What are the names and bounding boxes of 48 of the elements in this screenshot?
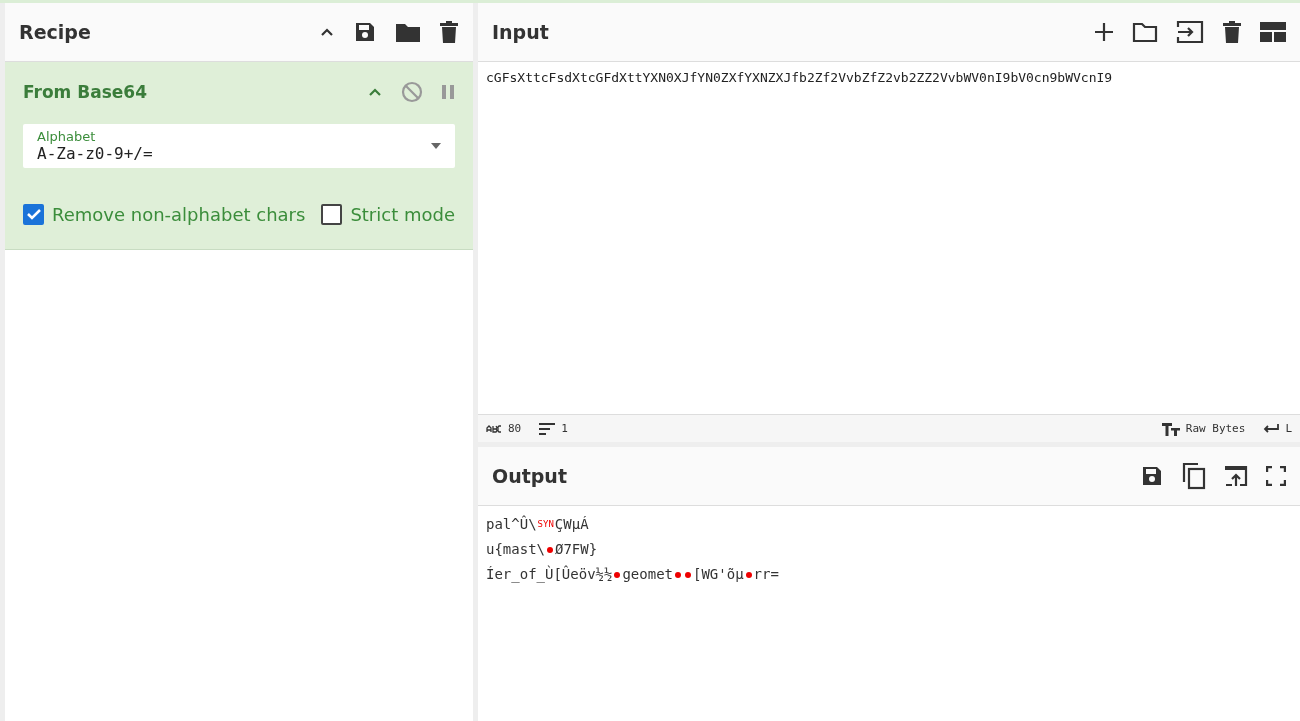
operation-title: From Base64 bbox=[23, 82, 148, 102]
output-text: ÇWµÁ bbox=[554, 515, 589, 534]
add-icon[interactable] bbox=[1094, 22, 1114, 42]
layout-icon[interactable] bbox=[1260, 22, 1286, 42]
control-character-dot bbox=[745, 571, 752, 578]
input-text[interactable]: cGFsXttcFsdXtcGFdXttYXN0XJfYN0ZXfYXNZXJfb2Zf2VvbZfZ2vb2ZZ2VvbWV0nI9bV0cn9bWVcnI9 bbox=[478, 62, 1300, 414]
control-character-dot bbox=[685, 571, 691, 578]
alphabet-dropdown[interactable]: Alphabet A-Za-z0-9+/= bbox=[23, 124, 455, 168]
control-character-dot bbox=[675, 571, 681, 578]
output-text: Íer_of_Ù[Ûeöv½½ bbox=[486, 564, 613, 585]
panel-title: Recipe bbox=[19, 21, 92, 43]
checkmark-icon bbox=[26, 209, 41, 220]
folder-icon[interactable] bbox=[1132, 21, 1158, 43]
input-arrow-icon[interactable] bbox=[1176, 20, 1204, 44]
line-ending-button[interactable]: L bbox=[1285, 422, 1292, 435]
field-label: Alphabet bbox=[37, 129, 97, 144]
line-ending-icon[interactable] bbox=[1263, 423, 1280, 434]
checkbox[interactable] bbox=[23, 204, 44, 225]
text-size-icon[interactable] bbox=[1161, 421, 1180, 436]
checkbox[interactable] bbox=[321, 204, 343, 225]
panel-title: Input bbox=[492, 21, 550, 43]
control-character-dot bbox=[547, 546, 553, 553]
character-count: 80 bbox=[508, 422, 522, 435]
delete-icon[interactable] bbox=[439, 20, 459, 44]
checkbox-label: Remove non-alphabet chars bbox=[52, 204, 306, 225]
copy-icon[interactable] bbox=[1182, 462, 1206, 490]
encoding-button[interactable]: Raw Bytes bbox=[1185, 422, 1246, 435]
save-icon[interactable] bbox=[1140, 464, 1164, 488]
upload-window-icon[interactable] bbox=[1224, 465, 1248, 487]
control-character-dot bbox=[614, 571, 621, 578]
control-character-label: SYN bbox=[537, 520, 554, 529]
checkbox-label: Strict mode bbox=[350, 204, 455, 225]
output-text: u{mast\ bbox=[486, 540, 545, 559]
panel-title: Output bbox=[492, 465, 568, 487]
folder-icon[interactable] bbox=[395, 21, 421, 43]
output-text: pal^Û\ bbox=[486, 514, 537, 534]
fullscreen-icon[interactable] bbox=[1266, 466, 1286, 486]
line-count-icon bbox=[539, 422, 556, 435]
field-value: A-Za-z0-9+/= bbox=[37, 144, 154, 163]
character-count-icon bbox=[486, 424, 502, 433]
save-icon[interactable] bbox=[353, 20, 377, 44]
output-text: rr= bbox=[753, 565, 779, 584]
output-text: geomet bbox=[622, 565, 673, 584]
output-text: [WG'õµ bbox=[693, 565, 744, 584]
dropdown-caret-icon bbox=[431, 143, 441, 149]
output-text: Ø7FW} bbox=[555, 540, 598, 559]
line-count: 1 bbox=[561, 422, 568, 435]
delete-icon[interactable] bbox=[1222, 20, 1242, 44]
